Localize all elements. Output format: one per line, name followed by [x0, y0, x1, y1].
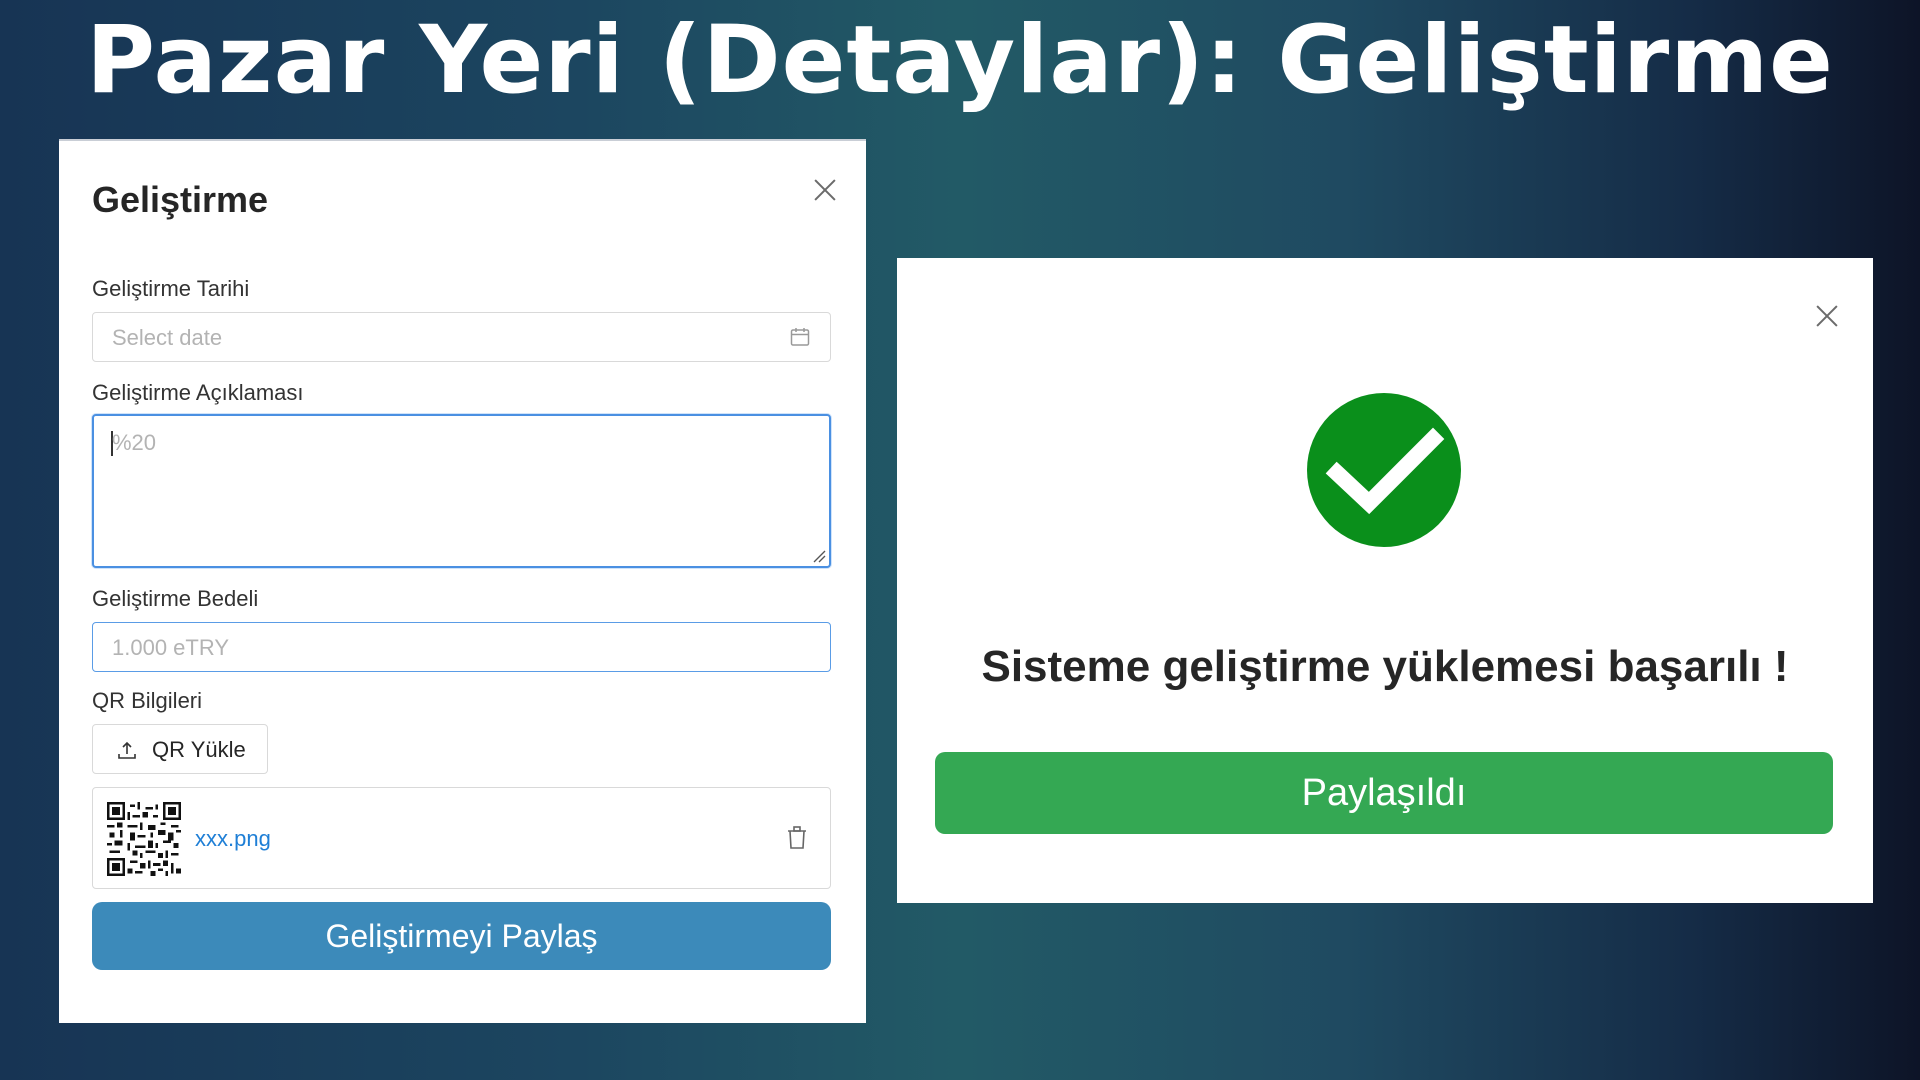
slide-title: Pazar Yeri (Detaylar): Geliştirme: [86, 6, 1834, 115]
date-label: Geliştirme Tarihi: [92, 276, 250, 301]
calendar-icon[interactable]: [790, 327, 810, 347]
close-icon[interactable]: [1815, 304, 1839, 328]
success-message: Sisteme geliştirme yüklemesi başarılı !: [981, 642, 1789, 691]
description-textarea[interactable]: %20: [92, 414, 831, 568]
resize-handle-icon[interactable]: [812, 549, 826, 563]
uploaded-file-item: xxx.png: [92, 787, 831, 889]
qr-upload-label: QR Yükle: [152, 737, 246, 762]
share-development-button[interactable]: Geliştirmeyi Paylaş: [92, 902, 831, 970]
close-icon[interactable]: [813, 178, 837, 202]
file-name-link[interactable]: xxx.png: [195, 826, 271, 852]
cost-label: Geliştirme Bedeli: [92, 586, 259, 611]
qr-label: QR Bilgileri: [92, 688, 203, 713]
qr-upload-button[interactable]: QR Yükle: [92, 724, 268, 774]
shared-button[interactable]: Paylaşıldı: [935, 752, 1833, 834]
date-picker-input[interactable]: Select date: [92, 312, 831, 362]
trash-icon[interactable]: [786, 825, 808, 851]
upload-icon: [118, 741, 136, 759]
description-label: Geliştirme Açıklaması: [92, 380, 304, 405]
qr-code-thumbnail: [107, 802, 181, 876]
cost-input[interactable]: 1.000 eTRY: [92, 622, 831, 672]
cost-placeholder: 1.000 eTRY: [112, 635, 230, 660]
success-check-icon: [1307, 393, 1461, 547]
description-placeholder: %20: [112, 430, 157, 455]
modal-title: Geliştirme: [92, 179, 269, 220]
date-placeholder: Select date: [112, 325, 223, 350]
development-form-modal: [59, 139, 866, 1023]
